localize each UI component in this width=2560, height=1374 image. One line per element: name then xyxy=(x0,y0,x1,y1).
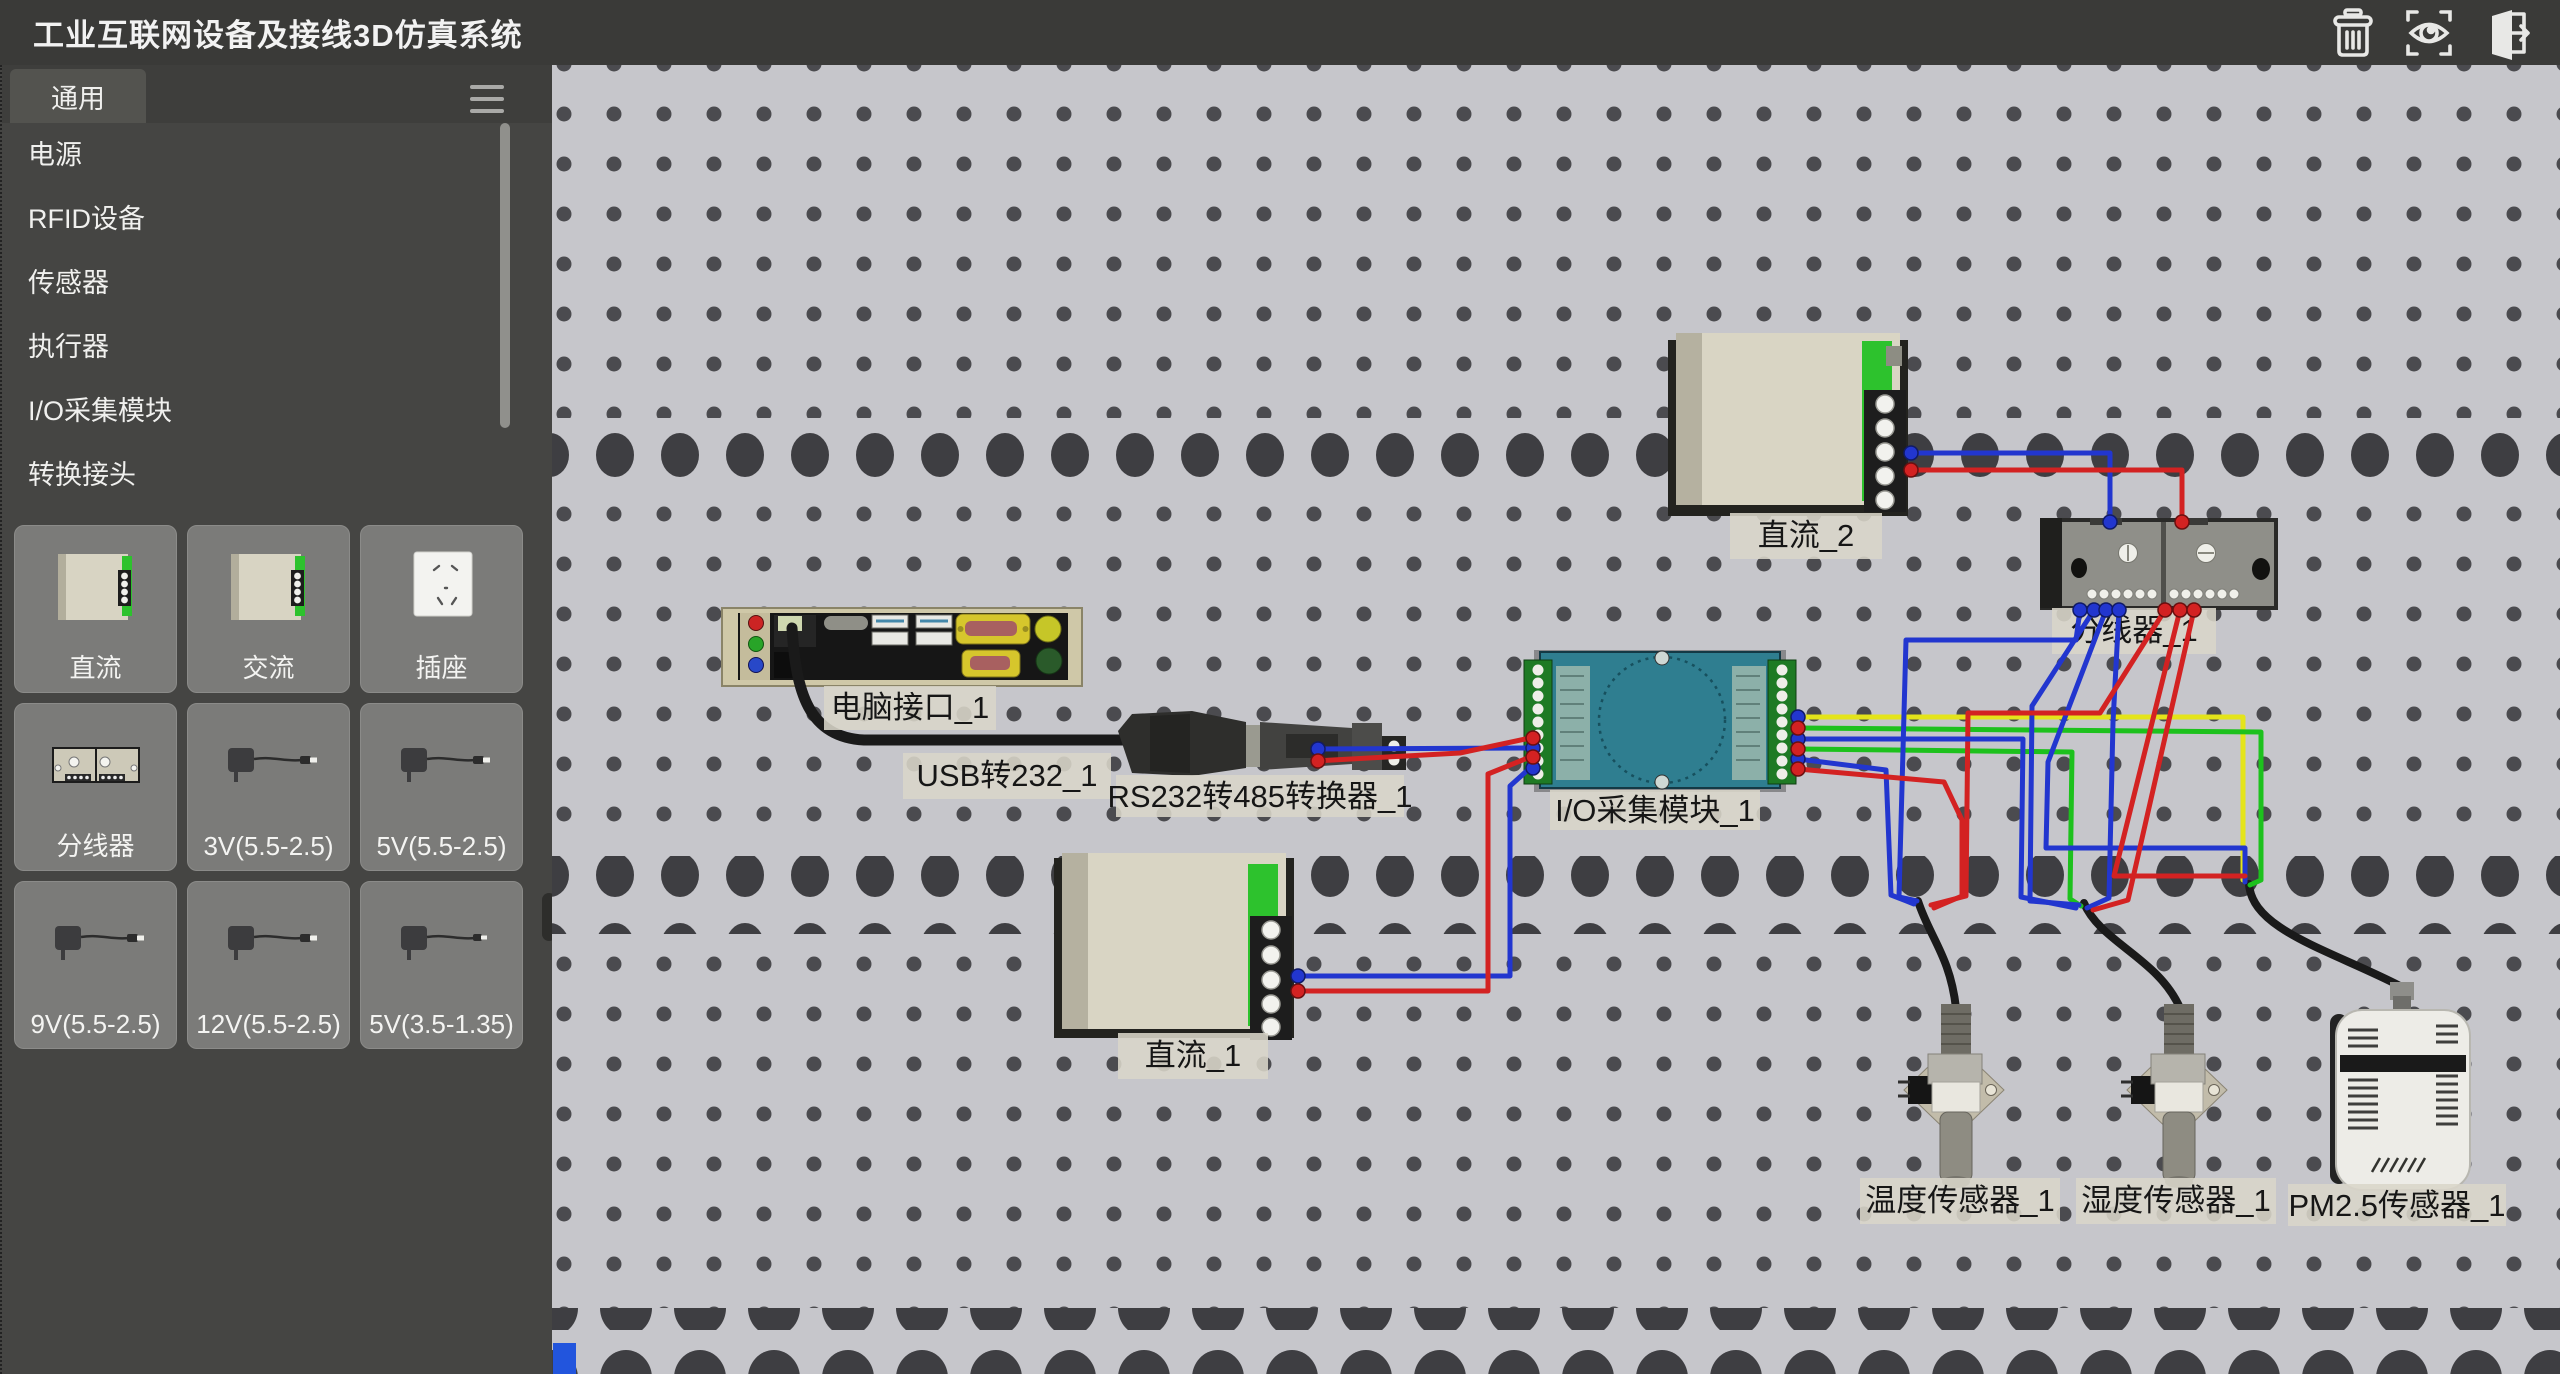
label-pm25: PM2.5传感器_1 xyxy=(2288,1184,2506,1226)
big-dot-row-3 xyxy=(552,1308,2560,1374)
component-tile-grid: 直流 交流 xyxy=(14,525,523,1049)
splitter-thumbnail-icon xyxy=(15,704,176,828)
menu-scrollbar[interactable] xyxy=(500,123,510,428)
tile-label: 5V(3.5-1.35) xyxy=(369,1006,514,1042)
svg-text:I/O采集模块_1: I/O采集模块_1 xyxy=(1555,793,1755,828)
tile-adapter-3v[interactable]: 3V(5.5-2.5) xyxy=(187,703,350,871)
exit-icon[interactable] xyxy=(2478,6,2532,60)
blue-marker xyxy=(553,1343,576,1374)
svg-text:RS232转485转换器_1: RS232转485转换器_1 xyxy=(1108,779,1413,814)
psu-thumbnail-icon xyxy=(15,526,176,650)
device-dc-power-1[interactable] xyxy=(1054,853,1294,1040)
label-rs232485: RS232转485转换器_1 xyxy=(1108,775,1413,817)
device-pc-interface-1[interactable] xyxy=(722,608,1082,686)
label-dc1: 直流_1 xyxy=(1118,1033,1268,1079)
wire-blue-rs485-to-io[interactable] xyxy=(1315,748,1530,749)
big-dot-row-1 xyxy=(552,418,2560,484)
svg-text:温度传感器_1: 温度传感器_1 xyxy=(1865,1183,2054,1218)
simulation-canvas[interactable]: 直流_2 分线器_1 电脑接口_1 USB转232_1 RS232转485转换器… xyxy=(552,65,2560,1374)
device-splitter-1[interactable] xyxy=(2040,518,2278,610)
label-pc1: 电脑接口_1 xyxy=(824,686,996,730)
svg-text:湿度传感器_1: 湿度传感器_1 xyxy=(2081,1183,2270,1218)
tile-label: 交流 xyxy=(242,650,294,686)
tile-adapter-5v-small[interactable]: 5V(3.5-1.35) xyxy=(360,881,523,1049)
delete-icon[interactable] xyxy=(2326,6,2380,60)
tile-socket[interactable]: 插座 xyxy=(360,525,523,693)
tile-label: 12V(5.5-2.5) xyxy=(196,1006,341,1042)
adapter-thumbnail-icon xyxy=(188,704,349,828)
menu-item-adapter[interactable]: 转换接头 xyxy=(2,443,554,507)
tile-label: 分线器 xyxy=(56,828,134,864)
menu-item-actuator[interactable]: 执行器 xyxy=(2,315,554,379)
app-title: 工业互联网设备及接线3D仿真系统 xyxy=(33,10,523,55)
tile-label: 直流 xyxy=(69,650,121,686)
adapter-thumbnail-icon xyxy=(361,882,522,1006)
svg-text:电脑接口_1: 电脑接口_1 xyxy=(831,690,989,725)
label-usb232: USB转232_1 xyxy=(903,753,1111,799)
tile-splitter[interactable]: 分线器 xyxy=(14,703,177,871)
device-io-module-1[interactable] xyxy=(1524,650,1796,792)
tile-dc-power[interactable]: 直流 xyxy=(14,525,177,693)
svg-text:直流_1: 直流_1 xyxy=(1145,1038,1241,1073)
svg-text:PM2.5传感器_1: PM2.5传感器_1 xyxy=(2288,1188,2505,1223)
tile-adapter-12v[interactable]: 12V(5.5-2.5) xyxy=(187,881,350,1049)
tile-label: 9V(5.5-2.5) xyxy=(30,1006,160,1042)
tab-general[interactable]: 通用 xyxy=(10,69,146,123)
menu-item-io-module[interactable]: I/O采集模块 xyxy=(2,379,554,443)
label-temp: 温度传感器_1 xyxy=(1860,1178,2060,1224)
device-dc-power-2[interactable] xyxy=(1668,333,1908,516)
tile-label: 3V(5.5-2.5) xyxy=(203,828,333,864)
label-io1: I/O采集模块_1 xyxy=(1550,790,1760,830)
menu-item-sensor[interactable]: 传感器 xyxy=(2,251,554,315)
adapter-thumbnail-icon xyxy=(188,882,349,1006)
tile-label: 5V(5.5-2.5) xyxy=(376,828,506,864)
label-hum: 湿度传感器_1 xyxy=(2076,1178,2276,1224)
title-bar: 工业互联网设备及接线3D仿真系统 xyxy=(0,0,2560,65)
menu-item-power[interactable]: 电源 xyxy=(2,123,554,187)
svg-text:直流_2: 直流_2 xyxy=(1758,518,1854,553)
tile-adapter-5v[interactable]: 5V(5.5-2.5) xyxy=(360,703,523,871)
label-dc2: 直流_2 xyxy=(1730,513,1882,559)
hamburger-menu-icon[interactable] xyxy=(470,85,504,113)
tile-ac-power[interactable]: 交流 xyxy=(187,525,350,693)
adapter-thumbnail-icon xyxy=(15,882,176,1006)
adapter-thumbnail-icon xyxy=(361,704,522,828)
tile-label: 插座 xyxy=(415,650,467,686)
svg-text:USB转232_1: USB转232_1 xyxy=(917,758,1098,793)
toolbar xyxy=(2326,6,2532,60)
tile-adapter-9v[interactable]: 9V(5.5-2.5) xyxy=(14,881,177,1049)
category-menu: 电源 RFID设备 传感器 执行器 I/O采集模块 转换接头 xyxy=(2,123,554,507)
menu-item-rfid[interactable]: RFID设备 xyxy=(2,187,554,251)
view-focus-icon[interactable] xyxy=(2402,6,2456,60)
socket-thumbnail-icon xyxy=(361,526,522,650)
psu-thumbnail-icon xyxy=(188,526,349,650)
sidebar-tab-row: 通用 xyxy=(2,65,554,123)
component-sidebar: 通用 电源 RFID设备 传感器 执行器 I/O采集模块 转换接头 直流 xyxy=(0,65,552,1374)
